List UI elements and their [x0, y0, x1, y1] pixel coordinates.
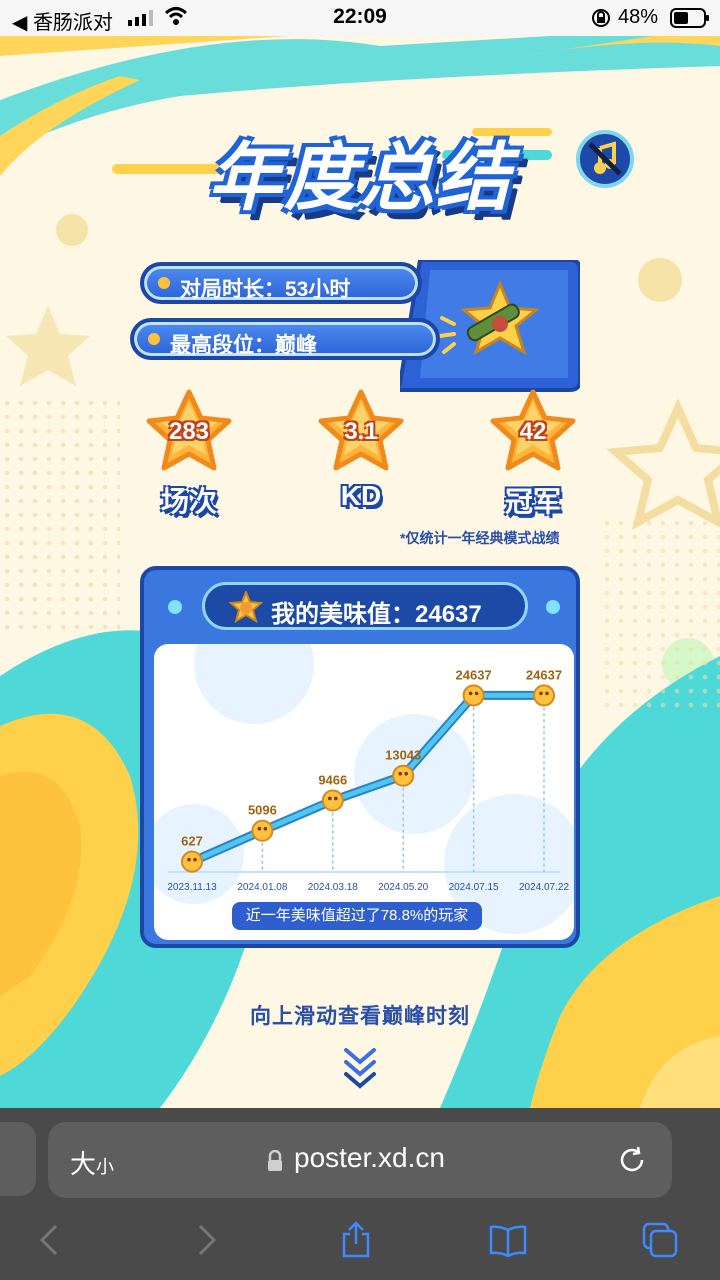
back-icon[interactable] — [30, 1220, 70, 1260]
point-marker — [251, 819, 274, 842]
previous-tab-preview[interactable] — [0, 1122, 36, 1196]
top-rank-pill: 最高段位：巅峰 — [130, 318, 440, 360]
share-icon[interactable] — [336, 1220, 376, 1260]
dot-pattern — [0, 396, 120, 636]
star-value: 42 — [519, 418, 547, 445]
swipe-up-hint[interactable]: 向上滑动查看巅峰时刻 — [0, 1000, 720, 1030]
point-marker — [462, 684, 485, 707]
score-card: 我的美味值：24637 627 5096 9466 13043 24637 24637 2… — [140, 566, 580, 948]
url-text[interactable]: poster.xd.cn — [294, 1142, 445, 1174]
sausage-star-icon — [229, 591, 263, 623]
point-marker — [392, 764, 415, 787]
point-value-label: 13043 — [385, 748, 421, 763]
clock: 22:09 — [333, 5, 387, 28]
data-point — [533, 684, 555, 707]
chevron-down-icon[interactable] — [336, 1044, 384, 1092]
point-face — [468, 691, 473, 696]
rank-percent-bar: 近一年美味值超过了78.8%的玩家 — [232, 902, 482, 930]
address-bar[interactable]: 大小 poster.xd.cn — [48, 1122, 672, 1198]
x-tick-label: 2023.11.13 — [167, 882, 217, 893]
point-face — [398, 771, 402, 776]
point-face — [187, 857, 191, 862]
play-time-text: 对局时长：53小时 — [180, 278, 351, 301]
data-point — [181, 850, 203, 873]
point-marker — [533, 684, 555, 707]
music-toggle-button[interactable] — [576, 130, 634, 188]
data-point — [462, 684, 485, 707]
top-rank-text: 最高段位：巅峰 — [170, 334, 317, 357]
star-label: 冠军 — [504, 486, 561, 517]
point-face — [539, 691, 543, 696]
data-point — [392, 764, 415, 787]
point-marker — [181, 850, 203, 873]
star-label: KD — [340, 480, 382, 511]
text-size-button[interactable]: 大小 — [70, 1144, 114, 1181]
bookmarks-icon[interactable] — [488, 1220, 528, 1260]
battery-percent: 48% — [618, 6, 659, 28]
score-header: 我的美味值：24637 — [202, 582, 528, 630]
music-off-icon — [588, 141, 622, 176]
forward-icon[interactable] — [186, 1220, 226, 1260]
point-value-label: 5096 — [248, 803, 277, 818]
title-banner: 年度总结 — [200, 118, 520, 248]
point-face — [257, 826, 262, 831]
star-value: 3.1 — [344, 418, 378, 445]
point-marker — [321, 789, 344, 812]
point-value-label: 24637 — [526, 667, 562, 682]
stats-note: *仅统计一年经典模式战绩 — [400, 530, 560, 546]
dot-pattern — [600, 516, 720, 716]
x-tick-label: 2024.01.08 — [237, 882, 287, 893]
stat-star-2: 3.1 KD — [306, 388, 416, 528]
status-bar: ◀ 香肠派对 22:09 48% — [0, 0, 720, 36]
card-dot — [546, 600, 560, 614]
play-time-pill: 对局时长：53小时 — [140, 262, 422, 304]
stat-star-1: 283 场次 — [134, 388, 244, 528]
point-face — [334, 796, 338, 801]
star-value: 283 — [168, 418, 210, 445]
data-point — [251, 819, 274, 842]
poster-page[interactable]: 年度总结 对局时长：53小时 最高段位：巅峰 283 场次 3.1 KD 42 … — [0, 36, 720, 1108]
x-tick-label: 2024.03.18 — [308, 882, 358, 893]
point-face — [193, 857, 197, 862]
text-size-small: 小 — [96, 1157, 115, 1177]
x-tick-label: 2024.05.20 — [378, 882, 428, 893]
point-face — [328, 796, 332, 801]
x-tick-label: 2024.07.22 — [519, 882, 569, 893]
card-dot — [168, 600, 182, 614]
chart-area: 627 5096 9466 13043 24637 24637 2023.11.13 202… — [154, 644, 574, 940]
point-face — [404, 771, 408, 776]
line-chart: 627 5096 9466 13043 24637 24637 2023.11.13 202… — [154, 644, 574, 934]
point-value-label: 9466 — [318, 772, 347, 787]
orientation-lock-icon — [592, 9, 610, 27]
browser-toolbar: 大小 poster.xd.cn — [0, 1108, 720, 1280]
point-face — [545, 691, 549, 696]
tabs-icon[interactable] — [640, 1220, 680, 1260]
bullet-dot — [158, 277, 170, 289]
data-point — [321, 789, 344, 812]
reload-icon[interactable] — [616, 1144, 648, 1176]
text-size-big: 大 — [70, 1149, 97, 1179]
page-title: 年度总结 — [208, 136, 512, 219]
stat-star-3: 42 冠军 — [478, 388, 588, 528]
lock-icon — [268, 1150, 282, 1171]
star-label: 场次 — [160, 486, 217, 517]
point-value-label: 24637 — [456, 667, 492, 682]
point-face — [263, 826, 268, 831]
bullet-dot — [148, 333, 160, 345]
point-value-label: 627 — [181, 834, 203, 849]
x-tick-label: 2024.07.15 — [449, 882, 499, 893]
battery-icon — [670, 8, 709, 28]
score-title: 我的美味值：24637 — [271, 601, 482, 628]
point-face — [474, 691, 479, 696]
